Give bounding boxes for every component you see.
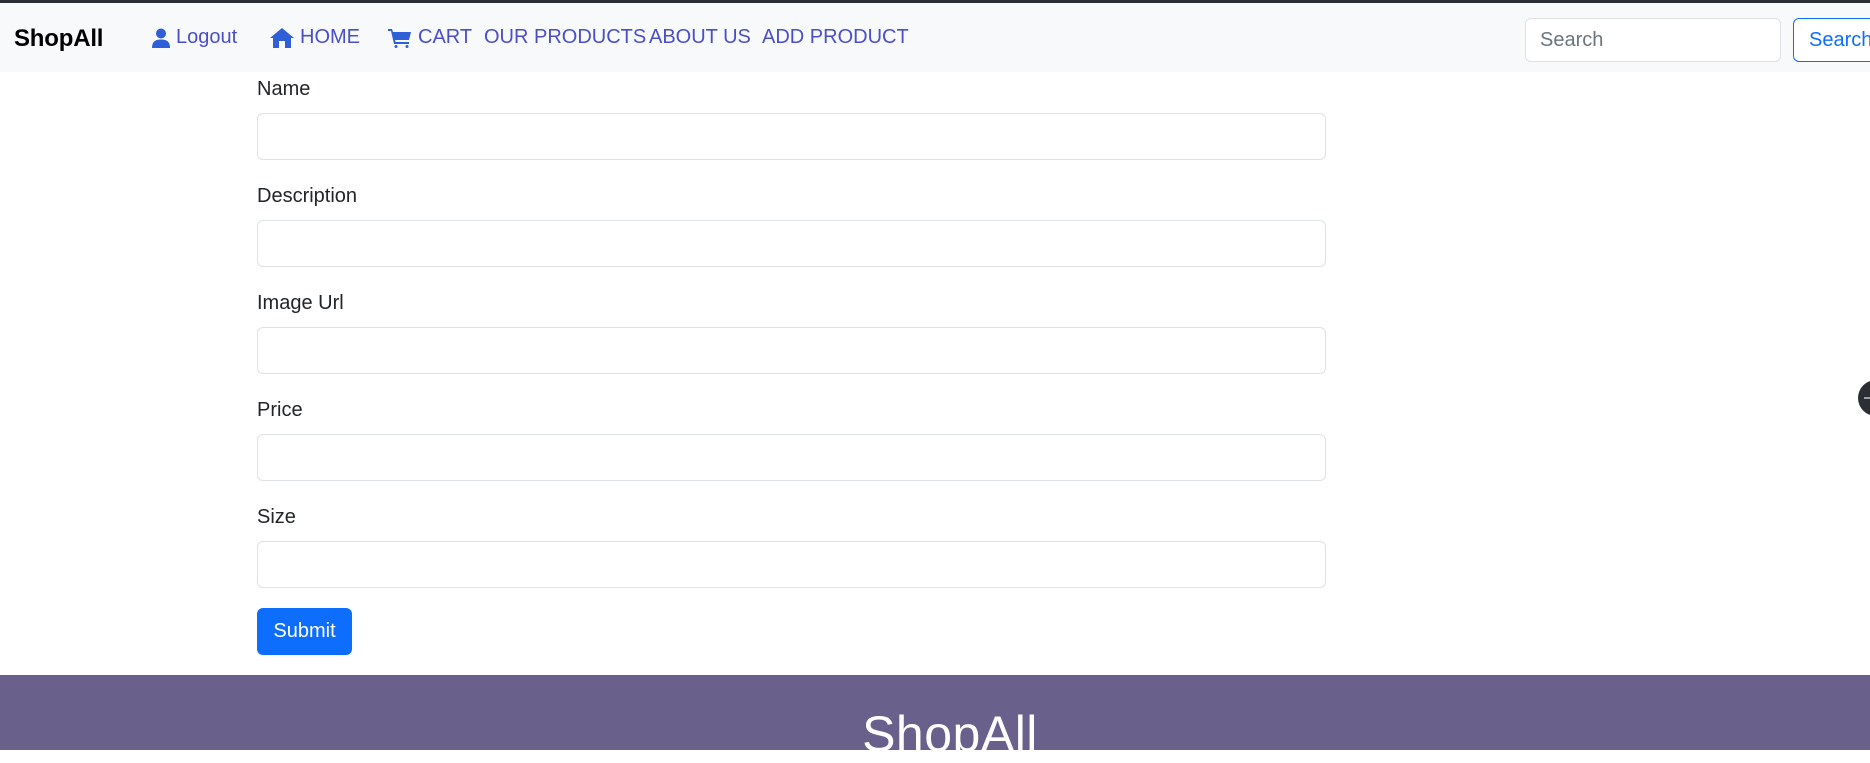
home-label: HOME — [300, 26, 360, 48]
image-url-label: Image Url — [257, 292, 344, 314]
name-input[interactable] — [257, 113, 1326, 160]
size-label: Size — [257, 506, 296, 528]
user-icon — [152, 28, 170, 48]
cart-label: CART — [418, 26, 473, 48]
size-input[interactable] — [257, 541, 1326, 588]
description-input[interactable] — [257, 220, 1326, 267]
our-products-link[interactable]: OUR PRODUCTS — [484, 26, 646, 49]
description-label: Description — [257, 185, 358, 207]
cart-link[interactable]: CART — [388, 26, 472, 49]
search-button[interactable]: Search — [1793, 18, 1870, 62]
price-input[interactable] — [257, 434, 1326, 481]
brand-logo[interactable]: ShopAll — [14, 25, 103, 53]
name-label: Name — [257, 78, 311, 100]
submit-button[interactable]: Submit — [257, 608, 352, 655]
cart-icon — [388, 28, 412, 48]
about-us-link[interactable]: ABOUT US — [649, 26, 751, 49]
side-scroll-handle[interactable] — [1858, 380, 1870, 416]
home-icon — [270, 27, 294, 48]
footer: ShopAll — [0, 675, 1870, 762]
search-input[interactable] — [1525, 18, 1781, 62]
image-url-input[interactable] — [257, 327, 1326, 374]
logout-link[interactable]: Logout — [152, 26, 237, 49]
footer-title: ShopAll — [862, 706, 1038, 762]
home-link[interactable]: HOME — [270, 26, 360, 49]
add-product-link[interactable]: ADD PRODUCT — [762, 26, 909, 49]
price-label: Price — [257, 399, 303, 421]
navbar: ShopAll Logout HOME CART OUR PRODUCTS AB… — [0, 3, 1870, 72]
logout-label: Logout — [176, 26, 238, 48]
